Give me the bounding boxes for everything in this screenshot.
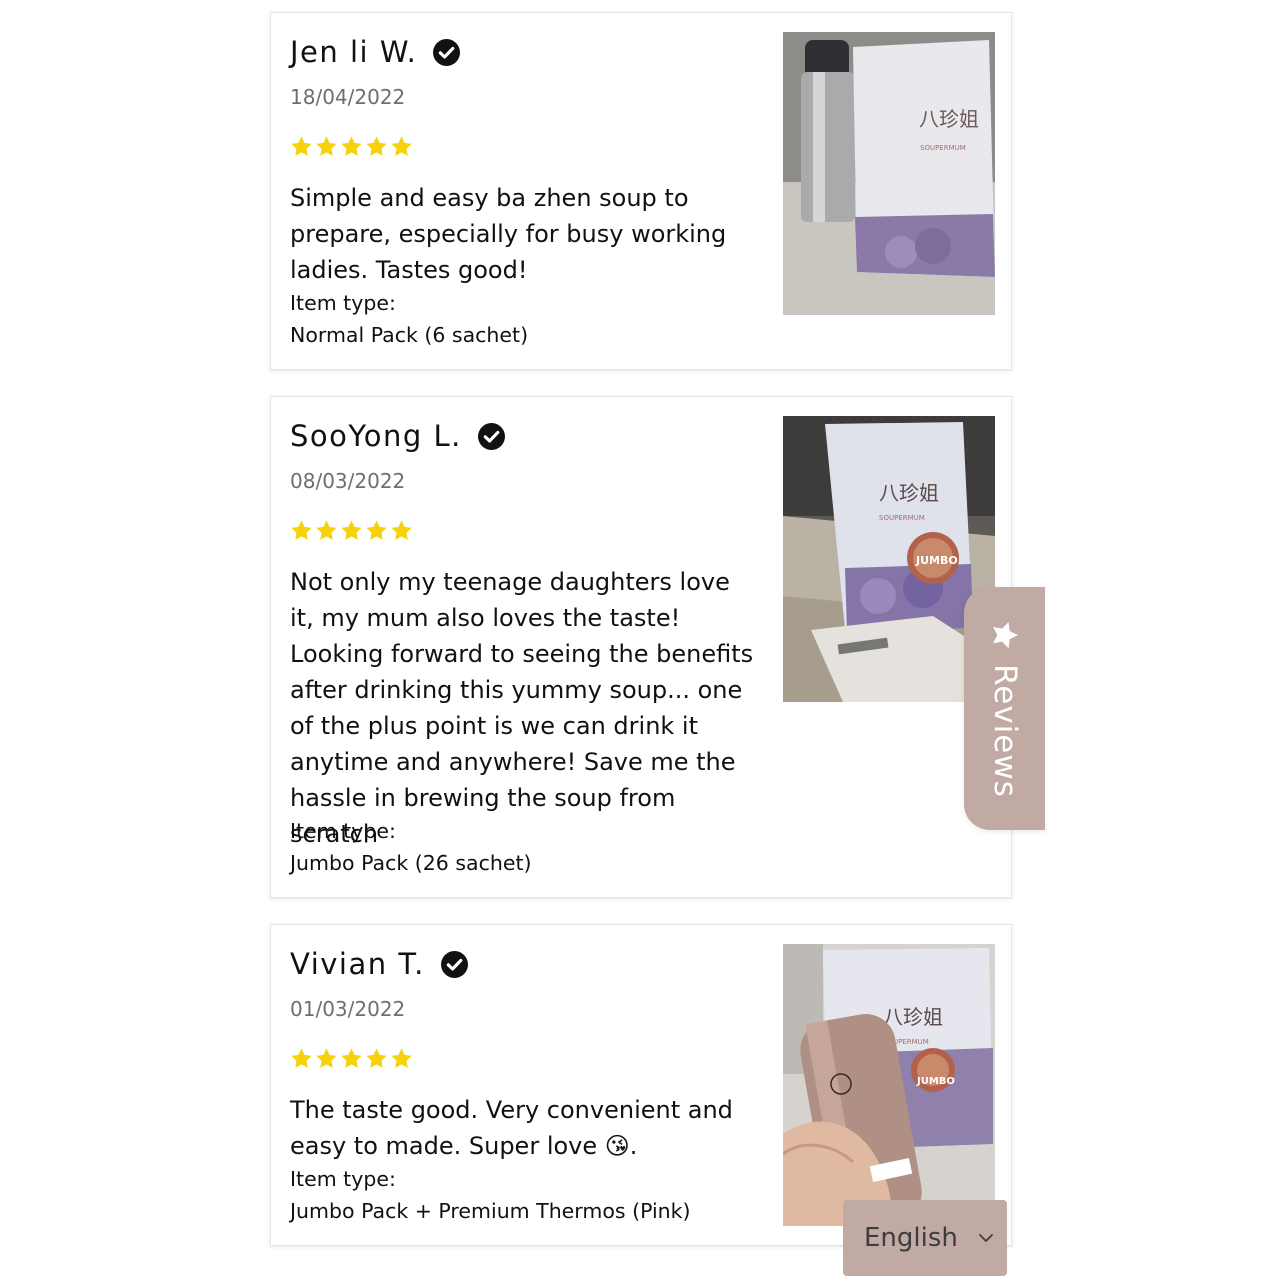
star-rating: [290, 135, 413, 158]
review-card: SooYong L. 08/03/2022 Not only my teenag…: [270, 396, 1012, 898]
star-icon: [366, 136, 387, 156]
review-photo[interactable]: 八珍姐 SOUPERMUM: [783, 32, 995, 315]
star-icon: [391, 520, 412, 540]
star-rating: [290, 1047, 413, 1070]
photo-badge-text: JUMBO: [915, 554, 958, 567]
reviews-tab-content: Reviews: [986, 620, 1023, 798]
photo-brand-text: 八珍姐: [879, 481, 939, 505]
star-icon: [391, 1048, 412, 1068]
review-photo[interactable]: 八珍姐 SOUPERMUM JUMBO: [783, 944, 995, 1226]
photo-brand-text: 八珍姐: [883, 1005, 943, 1029]
review-text: Not only my teenage daughters love it, m…: [290, 568, 754, 848]
reviews-side-tab[interactable]: Reviews: [964, 587, 1045, 830]
photo-badge-text: JUMBO: [916, 1076, 955, 1087]
verified-check-icon: [477, 422, 505, 450]
language-selector[interactable]: English: [843, 1200, 1007, 1276]
reviewer-row: Vivian T.: [290, 947, 468, 981]
item-type-label: Item type:: [290, 819, 396, 843]
star-icon: [992, 621, 1018, 648]
star-rating: [290, 519, 413, 542]
star-icon: [366, 520, 387, 540]
language-selected: English: [864, 1223, 958, 1253]
review-text: The taste good. Very convenient and easy…: [290, 1096, 733, 1160]
reviewer-name: SooYong L.: [290, 419, 462, 453]
reviewer-name: Jen li W.: [290, 35, 418, 69]
star-icon: [291, 1048, 312, 1068]
photo-brand-text: 八珍姐: [919, 107, 979, 131]
reviews-tab-label: Reviews: [986, 663, 1023, 798]
star-icon: [291, 136, 312, 156]
item-type-value: Jumbo Pack (26 sachet): [290, 851, 532, 875]
item-type-value: Jumbo Pack + Premium Thermos (Pink): [290, 1199, 691, 1223]
review-text: Simple and easy ba zhen soup to prepare,…: [290, 184, 727, 284]
photo-sub-text: SOUPERMUM: [879, 514, 925, 522]
review-card: Jen li W. 18/04/2022 Simple and easy ba …: [270, 12, 1012, 370]
review-card: Vivian T. 01/03/2022 The taste good. Ver…: [270, 924, 1012, 1246]
star-icon: [341, 136, 362, 156]
reviewer-row: SooYong L.: [290, 419, 505, 453]
star-icon: [291, 520, 312, 540]
review-date: 08/03/2022: [290, 469, 406, 493]
star-icon: [316, 136, 337, 156]
photo-sub-text: SOUPERMUM: [920, 144, 966, 152]
item-type-value: Normal Pack (6 sachet): [290, 323, 529, 347]
verified-check-icon: [440, 950, 468, 978]
verified-check-icon: [433, 38, 461, 66]
review-date: 18/04/2022: [290, 85, 406, 109]
star-icon: [366, 1048, 387, 1068]
item-type-label: Item type:: [290, 1167, 396, 1191]
star-icon: [391, 136, 412, 156]
star-icon: [316, 520, 337, 540]
star-icon: [316, 1048, 337, 1068]
star-icon: [341, 520, 362, 540]
item-type-label: Item type:: [290, 291, 396, 315]
review-date: 01/03/2022: [290, 997, 406, 1021]
chevron-down-icon: [978, 1234, 993, 1242]
reviewer-name: Vivian T.: [290, 947, 425, 981]
star-icon: [341, 1048, 362, 1068]
reviewer-row: Jen li W.: [290, 35, 461, 69]
